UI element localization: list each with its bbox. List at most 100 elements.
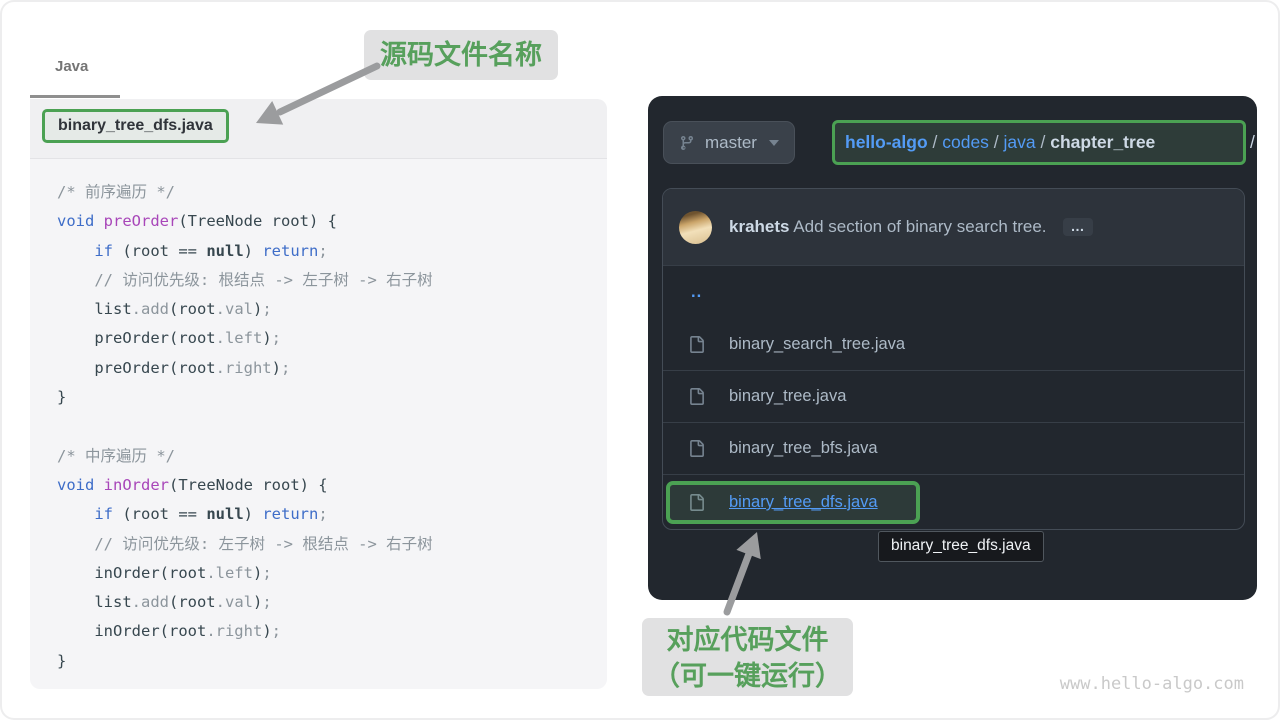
tab-java[interactable]: Java <box>55 58 88 75</box>
code-token: ; <box>318 505 327 523</box>
code-token: (root <box>169 300 216 318</box>
annotation-source-filename: 源码文件名称 <box>364 30 558 80</box>
code-block-card: binary_tree_dfs.java /* 前序遍历 */ void preO… <box>30 99 607 689</box>
breadcrumb-segment-java[interactable]: java <box>1004 132 1036 153</box>
code-token <box>94 212 103 230</box>
code-token: preOrder(root <box>57 359 216 377</box>
breadcrumb-trailing-slash: / <box>1250 120 1255 165</box>
code-token: ) <box>253 564 262 582</box>
code-token <box>57 242 94 260</box>
breadcrumb-segment-chapter_tree: chapter_tree <box>1050 132 1155 153</box>
code-line: if (root == null) return; <box>57 237 607 266</box>
code-token: inOrder <box>104 476 169 494</box>
breadcrumb-separator: / <box>1036 132 1051 153</box>
code-token: (TreeNode root) { <box>178 212 337 230</box>
commit-more-button[interactable]: … <box>1063 218 1093 236</box>
breadcrumb: hello-algo / codes / java / chapter_tree <box>832 120 1246 165</box>
file-row[interactable]: binary_tree_bfs.java <box>663 422 1244 474</box>
code-token: (root <box>169 593 216 611</box>
commit-message-text: Add section of binary search tree. <box>793 217 1046 236</box>
code-line: void preOrder(TreeNode root) { <box>57 207 607 236</box>
code-token: ; <box>262 593 271 611</box>
code-token: // 访问优先级: 左子树 -> 根结点 -> 右子树 <box>57 535 433 553</box>
branch-selector-button[interactable]: master <box>663 121 795 164</box>
code-token: list <box>57 593 132 611</box>
code-token: preOrder <box>104 212 179 230</box>
code-token: ; <box>272 329 281 347</box>
code-line: void inOrder(TreeNode root) { <box>57 471 607 500</box>
code-token: ; <box>281 359 290 377</box>
latest-commit-row: krahets Add section of binary search tre… <box>663 189 1244 266</box>
git-branch-icon <box>679 135 695 151</box>
code-token: (TreeNode root) { <box>169 476 328 494</box>
commit-message: krahets Add section of binary search tre… <box>729 217 1047 237</box>
code-token: (root == <box>113 505 206 523</box>
code-token: ; <box>262 300 271 318</box>
code-token: ; <box>272 622 281 640</box>
code-token: } <box>57 388 66 406</box>
code-line: if (root == null) return; <box>57 500 607 529</box>
source-filename-badge: binary_tree_dfs.java <box>42 109 229 143</box>
code-token: ) <box>253 593 262 611</box>
code-token: /* 前序遍历 */ <box>57 183 175 201</box>
code-token: void <box>57 476 94 494</box>
code-line: inOrder(root.left); <box>57 559 607 588</box>
code-line: } <box>57 383 607 412</box>
file-icon <box>688 336 705 353</box>
annotation-code-file: 对应代码文件 （可一键运行） <box>642 618 853 696</box>
avatar[interactable] <box>679 211 712 244</box>
code-line: // 访问优先级: 根结点 -> 左子树 -> 右子树 <box>57 266 607 295</box>
code-token <box>57 505 94 523</box>
file-tooltip: binary_tree_dfs.java <box>878 531 1044 562</box>
code-line: // 访问优先级: 左子树 -> 根结点 -> 右子树 <box>57 530 607 559</box>
code-token: ; <box>318 242 327 260</box>
code-token: .right <box>206 622 262 640</box>
code-token: if <box>94 242 113 260</box>
parent-directory-row[interactable]: .. <box>663 266 1244 318</box>
code-token <box>94 476 103 494</box>
code-token: ) <box>262 329 271 347</box>
breadcrumb-separator: / <box>989 132 1004 153</box>
code-line: list.add(root.val); <box>57 588 607 617</box>
code-token: preOrder(root <box>57 329 216 347</box>
annotation-code-file-line2: （可一键运行） <box>642 658 853 694</box>
code-token: (root == <box>113 242 206 260</box>
chevron-down-icon <box>769 140 779 146</box>
code-token: ) <box>244 242 263 260</box>
code-token: ) <box>244 505 263 523</box>
code-line: /* 中序遍历 */ <box>57 442 607 471</box>
file-link[interactable]: binary_tree.java <box>729 387 846 406</box>
code-line: inOrder(root.right); <box>57 617 607 646</box>
code-token: return <box>262 242 318 260</box>
code-token: ; <box>262 564 271 582</box>
code-line: list.add(root.val); <box>57 295 607 324</box>
code-line: } <box>57 647 607 676</box>
file-row[interactable]: binary_tree_dfs.java <box>663 474 1244 530</box>
file-icon <box>688 388 705 405</box>
file-link[interactable]: binary_tree_dfs.java <box>729 493 878 512</box>
code-token: inOrder(root <box>57 564 206 582</box>
file-link[interactable]: binary_tree_bfs.java <box>729 439 878 458</box>
code-token: // 访问优先级: 根结点 -> 左子树 -> 右子树 <box>57 271 433 289</box>
file-row[interactable]: binary_search_tree.java <box>663 318 1244 370</box>
code-token: null <box>206 505 243 523</box>
site-watermark: www.hello-algo.com <box>1060 674 1244 694</box>
annotation-arrow-bottom <box>710 524 780 619</box>
code-token: .val <box>216 300 253 318</box>
code-token: void <box>57 212 94 230</box>
code-token: if <box>94 505 113 523</box>
breadcrumb-separator: / <box>928 132 943 153</box>
breadcrumb-segment-hello-algo[interactable]: hello-algo <box>845 132 928 153</box>
parent-directory-link[interactable]: .. <box>691 283 702 302</box>
code-token: ) <box>262 622 271 640</box>
file-link[interactable]: binary_search_tree.java <box>729 335 905 354</box>
code-token: .val <box>216 593 253 611</box>
code-token: .add <box>132 593 169 611</box>
tab-active-indicator <box>30 95 120 98</box>
file-row[interactable]: binary_tree.java <box>663 370 1244 422</box>
breadcrumb-segment-codes[interactable]: codes <box>942 132 989 153</box>
code-token: .right <box>216 359 272 377</box>
commit-author[interactable]: krahets <box>729 217 789 236</box>
code-line: /* 前序遍历 */ <box>57 178 607 207</box>
code-token: inOrder(root <box>57 622 206 640</box>
